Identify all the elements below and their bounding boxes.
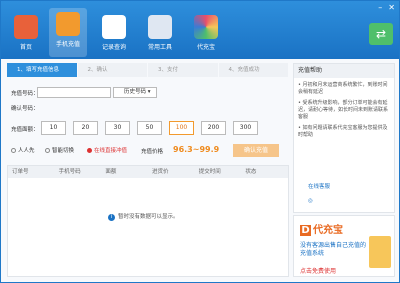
radio-dot: [11, 148, 16, 153]
price-value: 96.3~99.9: [173, 145, 220, 154]
swap-icon[interactable]: ⇄: [369, 23, 393, 45]
qq-icon[interactable]: ◎: [308, 198, 313, 204]
nav-tools[interactable]: 常用工具: [141, 11, 179, 55]
col-status: 状态: [245, 169, 257, 175]
phone-charge-icon: [56, 12, 80, 36]
home-icon: [14, 15, 38, 39]
nav-label: 首页: [19, 44, 32, 51]
orders-table: 订单号 手机号码 面额 进货价 提交时间 状态 i 暂时没有数据可以显示。: [7, 165, 289, 277]
card-icon: [369, 236, 391, 268]
confirm-label: 确认号码：: [11, 106, 39, 112]
amount-option[interactable]: 200: [201, 121, 226, 135]
phone-input[interactable]: [37, 87, 111, 98]
nav-label: 代充宝: [196, 44, 215, 51]
amount-option[interactable]: 50: [137, 121, 162, 135]
history-label: 历史号码: [124, 89, 147, 95]
nav-label: 手机充值: [55, 41, 80, 48]
nav-home[interactable]: 首页: [7, 11, 45, 55]
progress-steps: 1、填写充值信息 2、确认 3、支付 4、充值成功: [7, 63, 289, 77]
help-line: • 如有问题请联系代充宝客服为您提供及时帮助: [298, 125, 388, 138]
amount-option[interactable]: 30: [105, 121, 130, 135]
history-numbers-dropdown[interactable]: 历史号码 ▾: [113, 87, 157, 98]
nav-phone-charge[interactable]: 手机充值: [49, 8, 87, 57]
table-header: 订单号 手机号码 面额 进货价 提交时间 状态: [8, 166, 288, 178]
help-title: 充值帮助: [294, 64, 394, 78]
col-order-id: 订单号: [12, 169, 29, 175]
nav-label: 常用工具: [147, 44, 172, 51]
radio-option[interactable]: 人人先: [11, 146, 35, 154]
radio-dot: [45, 148, 50, 153]
amount-option[interactable]: 300: [233, 121, 258, 135]
empty-state: i 暂时没有数据可以显示。: [108, 212, 179, 221]
radio-dot: [87, 148, 92, 153]
amount-option[interactable]: 20: [73, 121, 98, 135]
window-controls: – ✕: [378, 3, 395, 12]
price-label: 充值价格: [141, 149, 164, 155]
amount-label: 充值面额：: [11, 127, 39, 133]
amount-option[interactable]: 10: [41, 121, 66, 135]
app-window: – ✕ 首页 手机充值 记录查询 常用工具 代充宝 ⇄ 1、填写充值信息 2、确…: [0, 0, 400, 283]
tools-icon: [148, 15, 172, 39]
radio-label: 智能切换: [52, 148, 75, 154]
help-line: • 受系统升级影响，部分订单可能会有延迟，请耐心等待，如长时间未到账请联系客服: [298, 100, 389, 120]
col-cost: 进货价: [152, 169, 169, 175]
empty-text: 暂时没有数据可以显示。: [118, 214, 179, 220]
nav-daichongbao[interactable]: 代充宝: [187, 11, 225, 55]
top-nav-bar: – ✕ 首页 手机充值 记录查询 常用工具 代充宝 ⇄: [1, 1, 399, 59]
phone-label: 充值号码：: [11, 91, 39, 97]
radio-option[interactable]: 智能切换: [45, 146, 74, 154]
radio-label: 在线直接冲值: [94, 148, 128, 154]
record-query-icon: [102, 15, 126, 39]
promo-panel[interactable]: D 代充宝 没有客源出售自己充值的充值系统 点击免费使用: [293, 215, 395, 277]
confirm-charge-button[interactable]: 确认充值: [233, 144, 279, 157]
col-submit-time: 提交时间: [198, 169, 221, 175]
help-line: • 月初和月末运营商系统繁忙，到账时间会稍有延迟: [298, 82, 388, 95]
nav-label: 记录查询: [101, 44, 126, 51]
col-phone: 手机号码: [58, 169, 81, 175]
radio-label: 人人先: [18, 148, 35, 154]
step-success: 4、充值成功: [218, 63, 288, 77]
free-use-link[interactable]: 点击免费使用: [300, 266, 336, 275]
promo-desc: 没有客源出售自己充值的充值系统: [300, 242, 367, 257]
radio-option-selected[interactable]: 在线直接冲值: [87, 146, 127, 154]
step-pay: 3、支付: [148, 63, 218, 77]
online-service-link[interactable]: 在线客服: [308, 182, 330, 190]
brand-d-icon: D: [300, 225, 311, 236]
col-amount: 面额: [105, 169, 117, 175]
pinwheel-icon: [194, 15, 218, 39]
info-icon: i: [108, 214, 115, 221]
nav-record-query[interactable]: 记录查询: [95, 11, 133, 55]
step-confirm: 2、确认: [77, 63, 147, 77]
amount-option-selected[interactable]: 100: [169, 121, 194, 135]
close-icon[interactable]: ✕: [388, 3, 395, 12]
step-fill-info: 1、填写充值信息: [7, 63, 77, 77]
help-panel: 充值帮助 • 月初和月末运营商系统繁忙，到账时间会稍有延迟 • 受系统升级影响，…: [293, 63, 395, 213]
minimize-icon[interactable]: –: [378, 3, 382, 12]
brand-logo: D 代充宝: [300, 225, 343, 236]
